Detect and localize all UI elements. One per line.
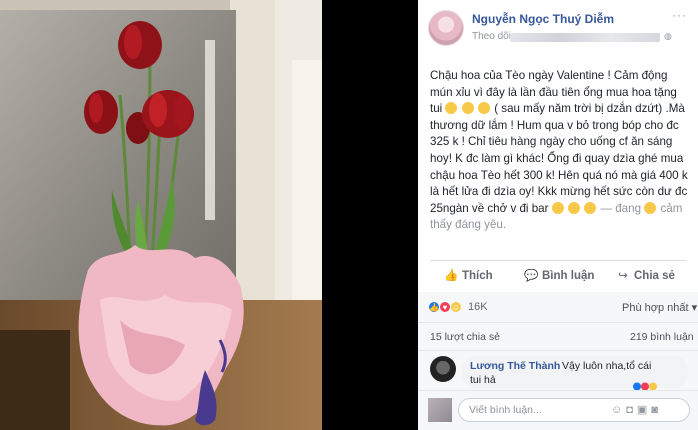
- stats-row: 15 lượt chia sẻ 219 bình luận: [418, 322, 698, 350]
- comment-text: Vậy luôn nha,tổ cái: [562, 360, 652, 372]
- comment-composer: Viết bình luận... ☺◘▣◙: [418, 390, 698, 430]
- action-bar: 👍 Thích 💬 Bình luận ↪ Chia sẻ: [418, 262, 698, 292]
- composer-icons: ☺◘▣◙: [611, 403, 662, 416]
- author-avatar[interactable]: [428, 10, 464, 46]
- follow-label[interactable]: Theo dõi: [472, 31, 511, 42]
- camera-icon[interactable]: ◘: [626, 404, 637, 416]
- post-header: Nguyễn Ngọc Thuý Diễm Theo dõi · ◍ ···: [418, 0, 698, 56]
- reaction-count[interactable]: 16K: [468, 301, 488, 313]
- laugh-emoji-icon: [584, 201, 597, 214]
- divider: [430, 260, 686, 261]
- laugh-emoji-icon: [551, 201, 564, 214]
- blurred-timestamp: [510, 33, 660, 42]
- comment-placeholder: Viết bình luận...: [469, 404, 542, 416]
- share-button[interactable]: ↪ Chia sẻ: [616, 268, 675, 282]
- laugh-emoji-icon: [445, 102, 458, 115]
- post-text-body: ( sau mấy năm trời bị dzắn dzứt) .Mà thư…: [430, 102, 688, 215]
- sort-label: Phù hợp nhất: [622, 302, 689, 314]
- share-count[interactable]: 15 lượt chia sẻ: [430, 331, 500, 343]
- share-icon: ↪: [618, 270, 628, 282]
- feeling-prefix: — đang: [600, 201, 642, 215]
- commenter-name[interactable]: Lương Thế Thành: [470, 360, 560, 372]
- backdrop: [322, 0, 418, 430]
- comment-input[interactable]: Viết bình luận... ☺◘▣◙: [458, 398, 690, 422]
- thumbs-up-icon: 👍: [444, 270, 459, 282]
- post-panel: Nguyễn Ngọc Thuý Diễm Theo dõi · ◍ ··· C…: [418, 0, 698, 430]
- comment-bubble: Lương Thế Thành Vậy luôn nha,tổ cái tui …: [462, 356, 688, 391]
- feeling-emoji-icon: [644, 201, 657, 214]
- comment-label: Bình luận: [542, 270, 595, 282]
- haha-reaction-icon[interactable]: ☺: [450, 301, 462, 313]
- comment-button[interactable]: 💬 Bình luận: [524, 268, 594, 282]
- reactions-bar: 👍 ♥ ☺ 16K Phù hợp nhất ▾: [418, 292, 698, 322]
- comment-count[interactable]: 219 bình luận: [630, 331, 694, 343]
- comment-text-line2: tui hả: [470, 374, 496, 386]
- comment-icon: 💬: [524, 270, 539, 282]
- sticker-icon[interactable]: ◙: [651, 404, 662, 416]
- like-button[interactable]: 👍 Thích: [444, 268, 493, 282]
- globe-icon: ◍: [664, 31, 672, 41]
- post-photo[interactable]: [0, 0, 322, 430]
- like-label: Thích: [462, 270, 493, 282]
- emoji-icon[interactable]: ☺: [611, 404, 626, 416]
- laugh-emoji-icon: [567, 201, 580, 214]
- viewer-avatar: [428, 398, 452, 422]
- gif-icon[interactable]: ▣: [637, 404, 651, 416]
- laugh-emoji-icon: [477, 102, 490, 115]
- comment-sort-dropdown[interactable]: Phù hợp nhất ▾: [622, 301, 697, 314]
- top-comment: Lương Thế Thành Vậy luôn nha,tổ cái tui …: [418, 350, 698, 391]
- author-name[interactable]: Nguyễn Ngọc Thuý Diễm: [472, 12, 614, 26]
- post-text: Chậu hoa của Tèo ngày Valentine ! Cảm độ…: [430, 68, 692, 234]
- chevron-down-icon: ▾: [691, 302, 698, 314]
- share-label: Chia sẻ: [634, 270, 675, 282]
- more-icon[interactable]: ···: [672, 8, 687, 22]
- commenter-avatar[interactable]: [430, 356, 456, 382]
- laugh-emoji-icon: [461, 102, 474, 115]
